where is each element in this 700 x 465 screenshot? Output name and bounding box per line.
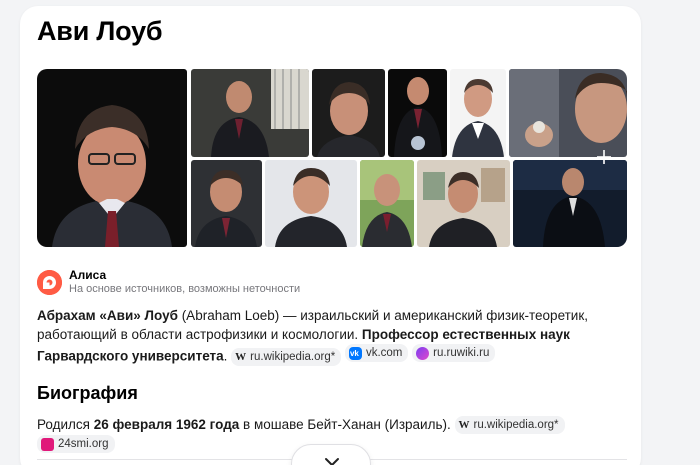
- page-title: Ави Лоуб: [37, 16, 163, 46]
- alice-logo-icon: [37, 270, 62, 295]
- gallery-photo[interactable]: [450, 69, 506, 157]
- source-label: 24smi.org: [58, 438, 109, 450]
- gallery-photo[interactable]: [191, 69, 309, 157]
- summary-latin-name: (Abraham Loeb): [181, 308, 280, 323]
- gallery-photo[interactable]: [509, 69, 627, 157]
- expand-button[interactable]: [291, 444, 371, 465]
- gallery-photo[interactable]: [360, 160, 414, 247]
- summary-end: .: [223, 348, 228, 364]
- bio-text-before: Родился: [37, 417, 94, 432]
- source-chip-24smi[interactable]: 24smi.org: [37, 435, 115, 453]
- source-label: ru.wikipedia.org*: [250, 350, 336, 363]
- source-label: ru.ruwiki.ru: [433, 347, 490, 359]
- source-label: ru.wikipedia.org*: [473, 419, 559, 431]
- gallery-photo[interactable]: [312, 69, 385, 157]
- biography-heading: Биография: [37, 383, 138, 403]
- source-label: vk.com: [365, 347, 403, 359]
- gallery-photo[interactable]: [417, 160, 510, 247]
- chevron-down-icon: [325, 458, 339, 465]
- more-photos-icon[interactable]: [596, 149, 612, 165]
- summary-bold-name: Абрахам «Ави» Лоуб: [37, 308, 178, 323]
- 24smi-icon: [41, 437, 54, 451]
- ruwiki-icon: [416, 346, 430, 360]
- source-chip-vk[interactable]: vk.com: [344, 344, 409, 362]
- gallery-photo-main[interactable]: [37, 69, 187, 247]
- gallery-photo[interactable]: [191, 160, 262, 247]
- gallery-photo[interactable]: [388, 69, 447, 157]
- gallery-photo[interactable]: [513, 160, 627, 247]
- vk-icon: [348, 346, 362, 362]
- source-chip-wikipedia[interactable]: Wru.wikipedia.org*: [454, 416, 565, 434]
- wikipedia-icon: W: [235, 350, 247, 363]
- gallery-photo[interactable]: [265, 160, 357, 247]
- summary-paragraph: Абрахам «Ави» Лоуб (Abraham Loeb) — изра…: [37, 306, 627, 366]
- wikipedia-icon: W: [458, 419, 470, 431]
- source-chip-ruwiki[interactable]: ru.ruwiki.ru: [412, 344, 496, 362]
- bio-bold-date: 26 февраля 1962 года: [93, 417, 240, 432]
- assistant-disclaimer: На основе источников, возможны неточност…: [69, 283, 301, 295]
- assistant-name: Алиса: [69, 268, 107, 282]
- bio-text-after: в мошаве Бейт-Ханан (Израиль).: [239, 417, 451, 432]
- source-chip-wikipedia[interactable]: Wru.wikipedia.org*: [231, 347, 342, 366]
